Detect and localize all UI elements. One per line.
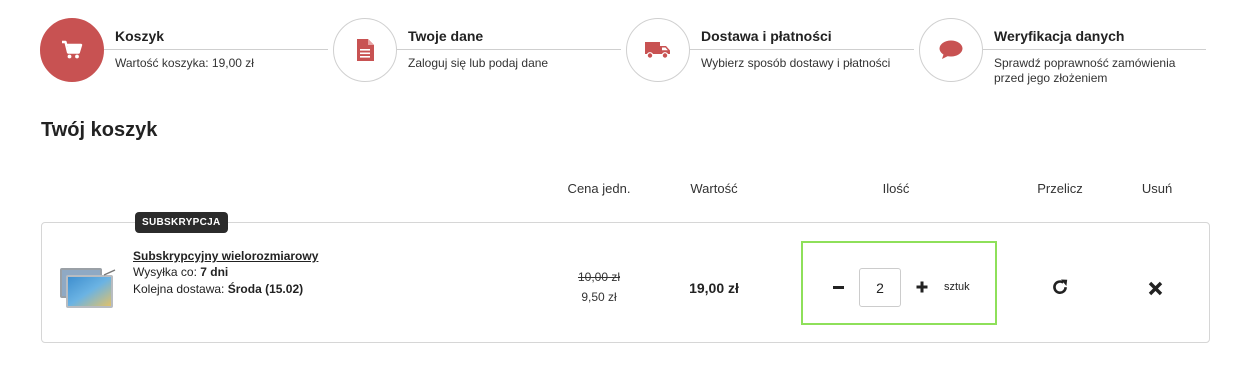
- minus-icon: [832, 285, 844, 289]
- column-header-remove: Usuń: [1141, 181, 1173, 196]
- speech-bubble-icon: [939, 40, 963, 59]
- step-verification[interactable]: Weryfikacja danych Sprawdź poprawność za…: [919, 15, 1206, 85]
- cart-icon: [62, 40, 83, 59]
- old-price: 10,00 zł: [577, 270, 621, 284]
- quantity-input[interactable]: [859, 268, 901, 307]
- column-header-unit-price: Cena jedn.: [567, 181, 631, 196]
- step-personal-data-circle: [333, 18, 397, 82]
- step-cart[interactable]: Koszyk Wartość koszyka: 19,00 zł: [40, 15, 328, 85]
- step-cart-divider: [104, 49, 328, 50]
- step-personal-data-divider: [397, 49, 621, 50]
- column-header-quantity: Ilość: [882, 181, 910, 196]
- product-thumbnail[interactable]: [58, 263, 118, 311]
- plus-icon: [916, 281, 928, 293]
- next-delivery-label: Kolejna dostawa:: [133, 282, 225, 296]
- product-name-link[interactable]: Subskrypcyjny wielorozmiarowy: [133, 249, 318, 263]
- shipping-frequency-label: Wysyłka co:: [133, 265, 197, 279]
- refresh-icon: [1053, 279, 1068, 294]
- next-delivery-value: Środa (15.02): [227, 282, 304, 296]
- shipping-frequency-value: 7 dni: [200, 265, 229, 279]
- remove-item-button[interactable]: [1147, 280, 1164, 297]
- step-personal-data[interactable]: Twoje dane Zaloguj się lub podaj dane: [333, 15, 621, 85]
- subscription-badge: SUBSKRYPCJA: [135, 212, 228, 233]
- document-icon: [357, 39, 374, 61]
- step-personal-data-title: Twoje dane: [408, 28, 484, 44]
- decrease-quantity-button[interactable]: [829, 276, 847, 298]
- step-cart-circle: [40, 18, 104, 82]
- step-delivery-payment-title: Dostawa i płatności: [701, 28, 832, 44]
- step-cart-title: Koszyk: [115, 28, 165, 44]
- step-verification-circle: [919, 18, 983, 82]
- recalculate-button[interactable]: [1051, 278, 1069, 296]
- step-cart-description: Wartość koszyka: 19,00 zł: [115, 56, 254, 70]
- unit-price: 9,50 zł: [581, 290, 617, 304]
- cart-title: Twój koszyk: [41, 119, 158, 141]
- truck-icon: [645, 42, 670, 59]
- step-verification-description: Sprawdź poprawność zamówienia przed jego…: [994, 56, 1176, 85]
- step-delivery-payment-circle: [626, 18, 690, 82]
- increase-quantity-button[interactable]: [913, 278, 931, 296]
- column-header-recalculate: Przelicz: [1037, 181, 1083, 196]
- item-total-value: 19,00 zł: [689, 280, 739, 296]
- quantity-unit: sztuk: [944, 281, 970, 293]
- step-personal-data-description: Zaloguj się lub podaj dane: [408, 56, 549, 70]
- shipping-frequency: Wysyłka co: 7 dni: [133, 265, 228, 279]
- step-verification-title: Weryfikacja danych: [994, 28, 1125, 44]
- step-delivery-payment-divider: [690, 49, 914, 50]
- next-delivery: Kolejna dostawa: Środa (15.02): [133, 282, 303, 296]
- step-delivery-payment-description: Wybierz sposób dostawy i płatności: [701, 56, 891, 70]
- column-header-value: Wartość: [690, 181, 738, 196]
- step-delivery-payment[interactable]: Dostawa i płatności Wybierz sposób dosta…: [626, 15, 914, 85]
- step-verification-divider: [983, 49, 1206, 50]
- checkout-steps: Koszyk Wartość koszyka: 19,00 zł Twoje d…: [40, 15, 1206, 85]
- close-icon: [1148, 281, 1163, 296]
